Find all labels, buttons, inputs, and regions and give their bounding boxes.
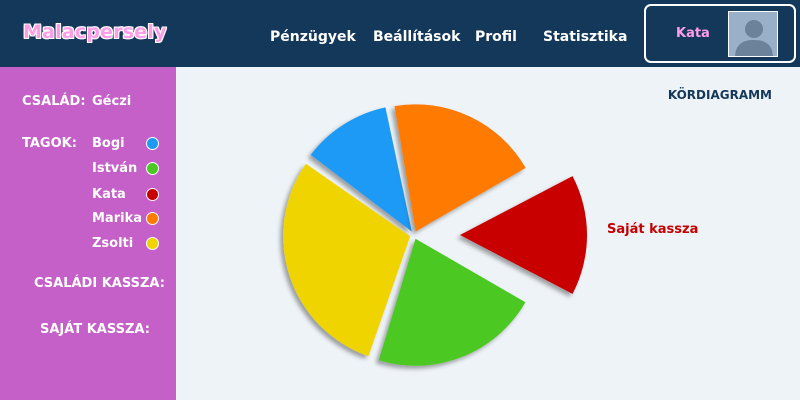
- own-fund-label: SAJÁT KASSZA:: [40, 322, 150, 337]
- main-content: KÖRDIAGRAMM Saját kassza: [176, 67, 800, 400]
- family-name: Géczi: [92, 94, 132, 109]
- nav-item-profil[interactable]: Profil: [475, 29, 517, 45]
- app-logo[interactable]: Malacpersely: [23, 21, 167, 43]
- member-name-istvan[interactable]: István: [92, 161, 137, 176]
- member-color-dot: [146, 237, 159, 250]
- family-fund-label: CSALÁDI KASSZA:: [34, 276, 165, 291]
- avatar[interactable]: [728, 11, 778, 57]
- nav-item-statisztika[interactable]: Statisztika: [543, 29, 627, 45]
- nav-item-beallitasok[interactable]: Beállítások: [373, 29, 460, 45]
- member-name-kata[interactable]: Kata: [92, 187, 126, 202]
- user-profile-box[interactable]: Kata: [644, 4, 796, 63]
- member-name-zsolti[interactable]: Zsolti: [92, 236, 133, 251]
- member-color-dot: [146, 212, 159, 225]
- member-color-dot: [146, 188, 159, 201]
- user-name: Kata: [676, 26, 710, 41]
- pie-chart: [283, 104, 588, 366]
- member-color-dot: [146, 137, 159, 150]
- user-silhouette-icon: [729, 12, 777, 56]
- member-name-marika[interactable]: Marika: [92, 211, 142, 226]
- family-label: CSALÁD:: [22, 94, 86, 109]
- chart-callout-label: Saját kassza: [607, 222, 699, 237]
- member-name-bogi[interactable]: Bogi: [92, 136, 125, 151]
- sidebar: CSALÁD: Géczi TAGOK: Bogi István Kata Ma…: [0, 67, 176, 400]
- top-navigation-bar: Malacpersely Pénzügyek Beállítások Profi…: [0, 0, 800, 67]
- member-color-dot: [146, 162, 159, 175]
- nav-item-penzugyek[interactable]: Pénzügyek: [270, 29, 356, 45]
- members-label: TAGOK:: [22, 136, 77, 151]
